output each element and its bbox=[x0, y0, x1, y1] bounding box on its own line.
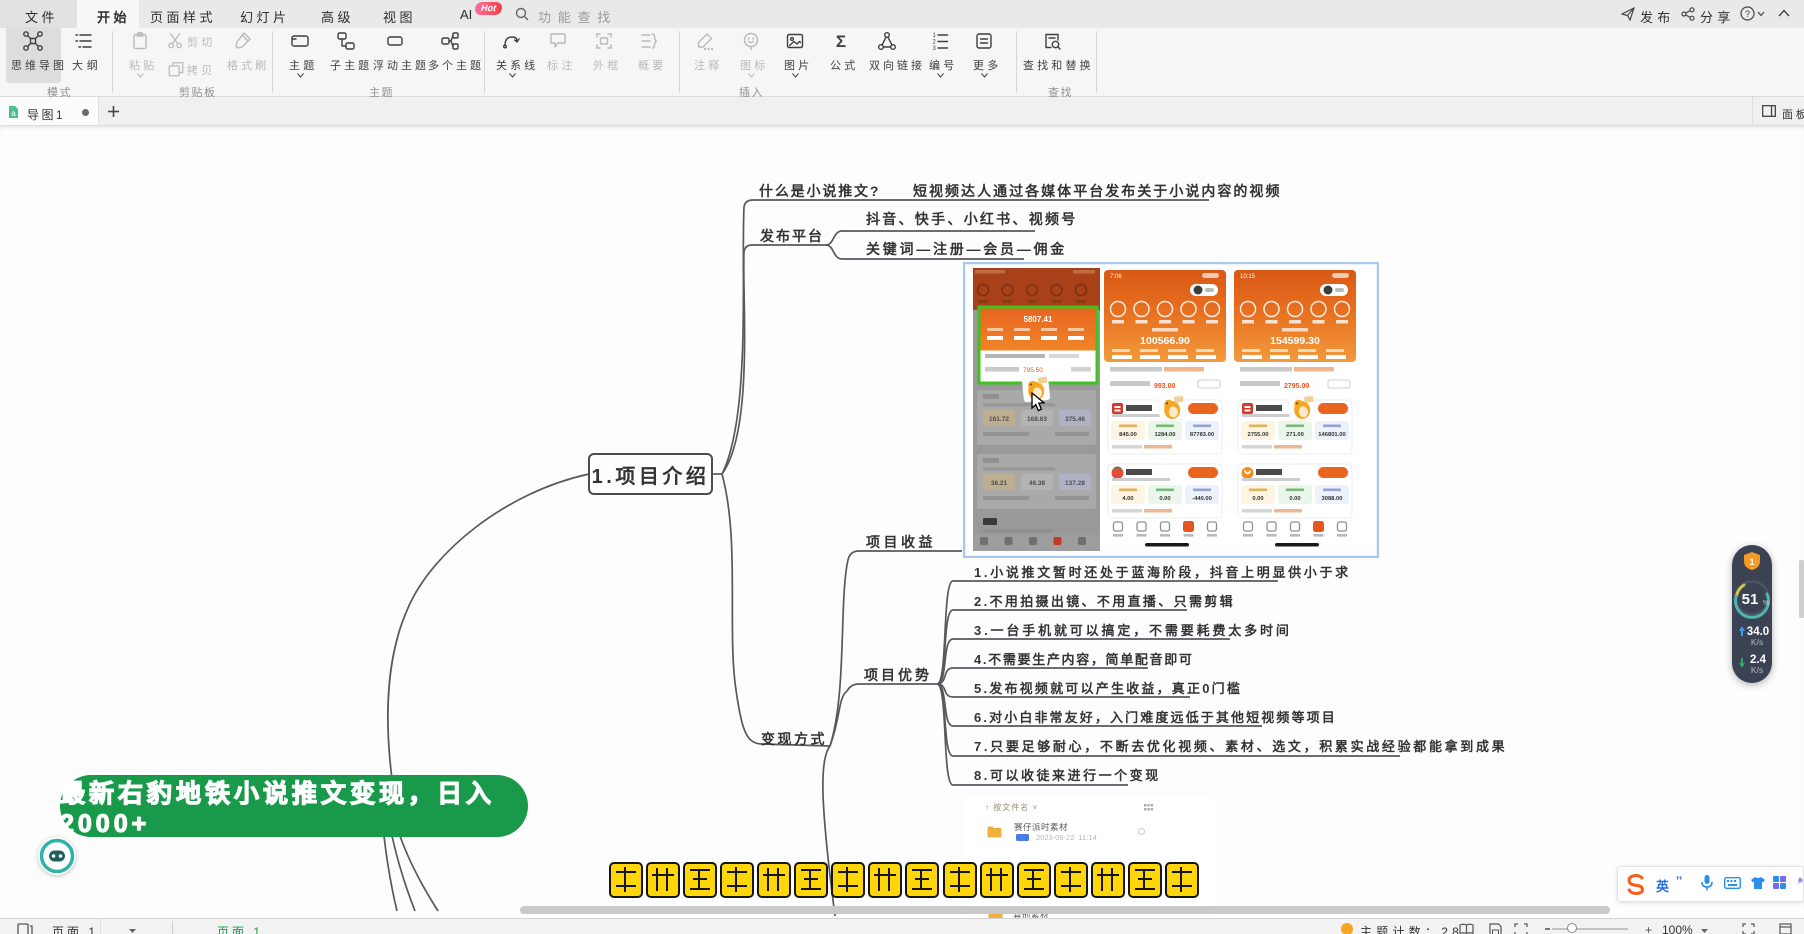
svg-text:-440.00: -440.00 bbox=[1192, 496, 1212, 502]
svg-text:87783.00: 87783.00 bbox=[1190, 432, 1214, 438]
svg-text:795.50: 795.50 bbox=[1023, 367, 1043, 374]
svg-text:100566.90: 100566.90 bbox=[1140, 335, 1190, 347]
svg-text:845.00: 845.00 bbox=[1119, 432, 1137, 438]
svg-text:146801.00: 146801.00 bbox=[1318, 432, 1345, 438]
svg-text:0.00: 0.00 bbox=[1159, 496, 1170, 502]
svg-text:0.00: 0.00 bbox=[1252, 496, 1263, 502]
svg-text:1: 1 bbox=[1749, 557, 1754, 567]
svg-text:36.21: 36.21 bbox=[991, 480, 1008, 487]
svg-text:271.00: 271.00 bbox=[1286, 432, 1304, 438]
svg-text:161.72: 161.72 bbox=[989, 416, 1009, 423]
svg-text:1284.00: 1284.00 bbox=[1155, 432, 1176, 438]
svg-text:10:15: 10:15 bbox=[1240, 274, 1256, 280]
svg-text:2795.00: 2795.00 bbox=[1284, 383, 1309, 390]
svg-text:46.38: 46.38 bbox=[1029, 480, 1046, 487]
svg-text:0.00: 0.00 bbox=[1289, 496, 1300, 502]
svg-text:2755.00: 2755.00 bbox=[1248, 432, 1269, 438]
svg-text:375.46: 375.46 bbox=[1065, 416, 1085, 423]
svg-text:4.00: 4.00 bbox=[1122, 496, 1133, 502]
svg-text:%: % bbox=[1763, 600, 1769, 607]
svg-text:993.00: 993.00 bbox=[1154, 383, 1176, 390]
svg-text:5807.41: 5807.41 bbox=[1024, 315, 1053, 324]
svg-text:K/s: K/s bbox=[1751, 637, 1763, 647]
svg-text:154599.30: 154599.30 bbox=[1270, 335, 1320, 347]
svg-text:7:06: 7:06 bbox=[1110, 274, 1122, 280]
svg-text:168.63: 168.63 bbox=[1027, 416, 1047, 423]
svg-text:137.28: 137.28 bbox=[1065, 480, 1085, 487]
svg-text:51: 51 bbox=[1742, 591, 1759, 608]
svg-text:K/s: K/s bbox=[1751, 665, 1763, 675]
svg-text:3088.00: 3088.00 bbox=[1322, 496, 1343, 502]
